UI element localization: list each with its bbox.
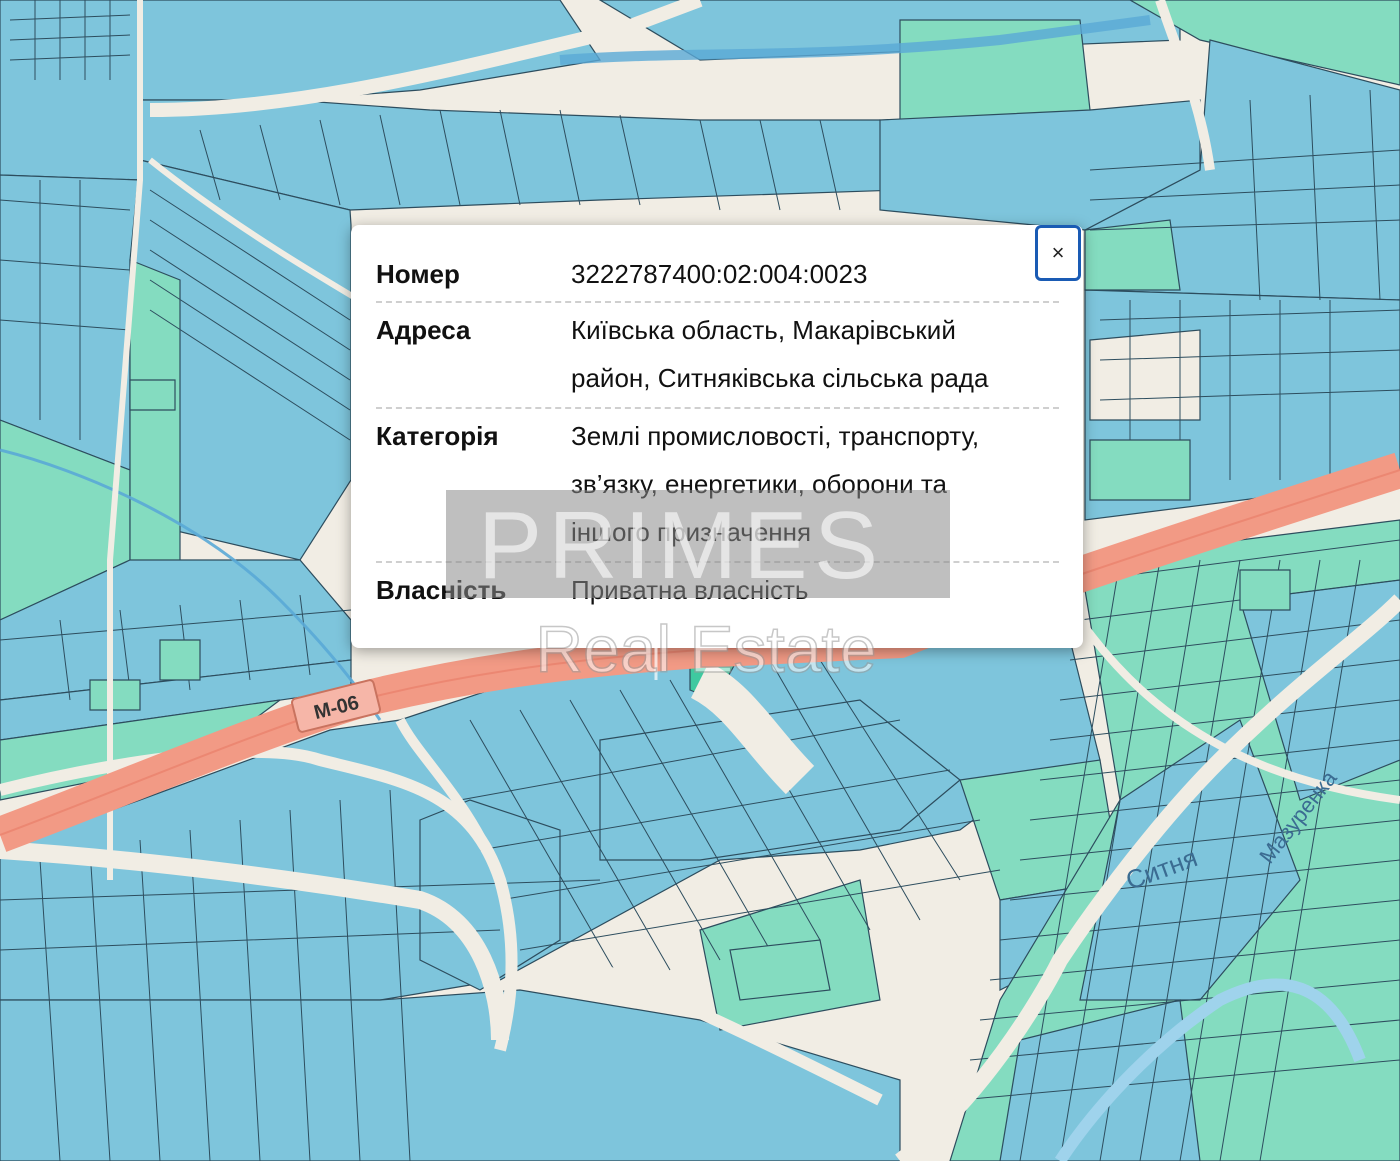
row-address: Адреса Київська область, Макарівський ра… [376, 303, 1059, 409]
row-key: Власність [376, 575, 507, 605]
row-number: Номер 3222787400:02:004:0023 [376, 247, 1059, 303]
row-category: Категорія Землі промисловості, транспорт… [376, 409, 1059, 563]
address-line: Київська область, Макарівський [571, 315, 956, 345]
category-value: Землі промисловості, транспорту, зв’язку… [571, 409, 1059, 561]
row-key: Номер [376, 259, 460, 289]
parcel-info-table: Номер 3222787400:02:004:0023 Адреса Київ… [376, 247, 1059, 619]
category-line: іншого призначення [571, 517, 812, 547]
category-line: зв’язку, енергетики, оборони та [571, 469, 947, 499]
address-value: Київська область, Макарівський район, Си… [571, 303, 1059, 407]
row-key: Адреса [376, 315, 471, 345]
row-ownership: Власність Приватна власність [376, 563, 1059, 619]
category-line: Землі промисловості, транспорту, [571, 421, 980, 451]
ownership-value: Приватна власність [571, 575, 809, 605]
address-line: район, Ситняківська сільська рада [571, 363, 989, 393]
row-key: Категорія [376, 421, 499, 451]
cadastral-number: 3222787400:02:004:0023 [571, 259, 868, 289]
parcel-info-popup: × Номер 3222787400:02:004:0023 Адреса Ки… [351, 225, 1083, 648]
